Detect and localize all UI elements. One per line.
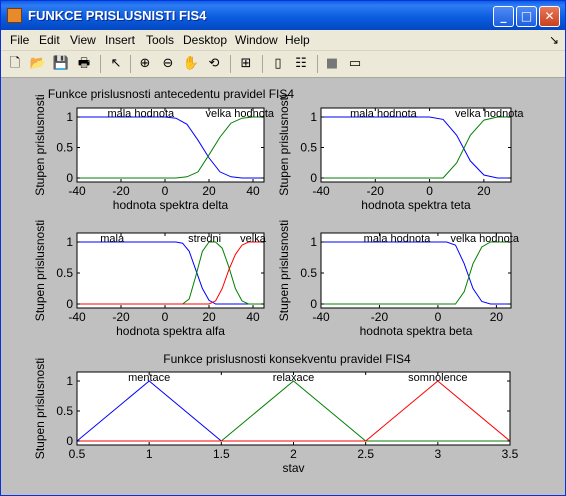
x-tick-label-2-4: 20 [477,184,491,198]
y-tick-label-2-2: 0.5 [300,141,317,155]
antecedent-title: Funkce prislusnosti antecedentu pravidel… [48,87,294,101]
y-tick-label-2-1: 0 [310,171,317,185]
x-axis-label-3: hodnota spektra alfa [116,324,225,338]
toolbar-separator [130,55,131,73]
menu-desktop[interactable]: Desktop [183,33,227,47]
matlab-app-icon [7,8,22,23]
menu-window[interactable]: Window [235,33,278,47]
menu-tools[interactable]: Tools [146,33,174,47]
zoom-in-icon[interactable]: ⊕ [136,55,154,73]
y-tick-label-1-3: 1 [66,110,73,124]
legend-icon[interactable]: ☷ [292,55,310,73]
toolbar-separator [262,55,263,73]
x-tick-label-3-5: 40 [246,310,260,324]
zoom-out-icon[interactable]: ⊖ [159,55,177,73]
show-plot-tools-icon[interactable]: ▭ [346,55,364,73]
x-tick-label-3-3: 0 [162,310,169,324]
x-tick-label-2-1: -40 [312,184,330,198]
minimize-button[interactable]: _ [493,6,514,27]
open-folder-icon[interactable]: 📂 [29,55,47,73]
y-tick-label-5-3: 1 [66,374,73,388]
pan-hand-icon[interactable]: ✋ [182,55,200,73]
figure-window: FUNKCE PRISLUSNISTI FIS4 _ □ ✕ File Edit… [0,0,566,496]
x-tick-label-5-1: 0.5 [69,447,86,461]
y-tick-label-2-3: 1 [310,110,317,124]
y-tick-label-5-2: 0.5 [56,404,73,418]
maximize-button[interactable]: □ [516,6,537,27]
x-axis-label-4: hodnota spektra beta [360,324,473,338]
x-tick-label-1-1: -40 [68,184,86,198]
y-tick-label-3-3: 1 [66,235,73,249]
consequent-title: Funkce prislusnosti konsekventu pravidel… [163,352,411,366]
toolbar-separator [230,55,231,73]
hide-plot-tools-icon[interactable]: ■ [323,55,341,73]
y-tick-label-4-3: 1 [310,235,317,249]
menu-view[interactable]: View [70,33,96,47]
x-tick-label-1-4: 20 [202,184,216,198]
mf-label-4-1: mala hodnota [364,233,432,245]
y-axis-label-1: Stupen prislusnosti [33,94,47,195]
x-tick-label-5-4: 2 [290,447,297,461]
menu-dock-arrow-icon[interactable]: ↘ [549,33,559,47]
figure-toolbar: 🗋 📂 💾 🖶 ↖ ⊕ ⊖ ✋ ⟲ ⊞ ▯ ☷ ■ ▭ [1,51,565,78]
menu-file[interactable]: File [10,33,29,47]
x-tick-label-1-3: 0 [162,184,169,198]
x-axis-label-2: hodnota spektra teta [361,198,471,212]
window-title: FUNKCE PRISLUSNISTI FIS4 [28,8,207,23]
figure-canvas: Funkce prislusnosti antecedentu pravidel… [1,78,565,495]
y-tick-label-1-2: 0.5 [56,141,73,155]
y-axis-label-2: Stupen prislusnosti [277,94,291,195]
menu-bar: File Edit View Insert Tools Desktop Wind… [1,30,565,51]
x-tick-label-2-3: 0 [426,184,433,198]
x-tick-label-1-5: 40 [246,184,260,198]
toolbar-separator [317,55,318,73]
toolbar-separator [100,55,101,73]
rotate-3d-icon[interactable]: ⟲ [205,55,223,73]
y-tick-label-5-1: 0 [66,434,73,448]
x-tick-label-1-2: -20 [112,184,130,198]
x-tick-label-4-4: 20 [490,310,504,324]
close-button[interactable]: ✕ [539,6,560,27]
data-cursor-icon[interactable]: ⊞ [237,55,255,73]
pointer-arrow-icon[interactable]: ↖ [107,55,125,73]
y-axis-label-5: Stupen prislusnosti [33,358,47,459]
x-tick-label-4-1: -40 [312,310,330,324]
x-axis-label-5: stav [282,461,304,475]
save-icon[interactable]: 💾 [52,55,70,73]
print-icon[interactable]: 🖶 [75,55,93,73]
y-tick-label-1-1: 0 [66,171,73,185]
x-tick-label-2-2: -20 [367,184,385,198]
y-tick-label-4-1: 0 [310,297,317,311]
title-bar[interactable]: FUNKCE PRISLUSNISTI FIS4 _ □ ✕ [1,1,565,30]
x-tick-label-5-5: 2.5 [357,447,374,461]
y-axis-label-4: Stupen prislusnosti [277,220,291,321]
x-tick-label-5-2: 1 [146,447,153,461]
x-tick-label-5-3: 1.5 [213,447,230,461]
mf-label-2-1: mala hodnota [350,108,418,120]
menu-insert[interactable]: Insert [105,33,135,47]
mf-label-4-2: velka hodnota [450,233,519,245]
y-tick-label-3-2: 0.5 [56,266,73,280]
mf-label-2-2: velka hodnota [455,108,524,120]
colorbar-icon[interactable]: ▯ [269,55,287,73]
x-tick-label-5-7: 3.5 [502,447,519,461]
mf-label-3-2: stredni [188,233,221,245]
y-axis-label-3: Stupen prislusnosti [33,220,47,321]
x-tick-label-4-2: -20 [371,310,389,324]
new-file-icon[interactable]: 🗋 [6,55,24,73]
y-tick-label-3-1: 0 [66,297,73,311]
x-tick-label-3-4: 20 [202,310,216,324]
mf-label-1-2: velka hodnota [206,108,275,120]
menu-help[interactable]: Help [285,33,310,47]
x-tick-label-4-3: 0 [435,310,442,324]
y-tick-label-4-2: 0.5 [300,266,317,280]
x-tick-label-5-6: 3 [434,447,441,461]
x-tick-label-3-1: -40 [68,310,86,324]
menu-edit[interactable]: Edit [39,33,60,47]
x-axis-label-1: hodnota spektra delta [113,198,229,212]
subplots-svg: Funkce prislusnosti antecedentu pravidel… [33,87,524,475]
x-tick-label-3-2: -20 [112,310,130,324]
